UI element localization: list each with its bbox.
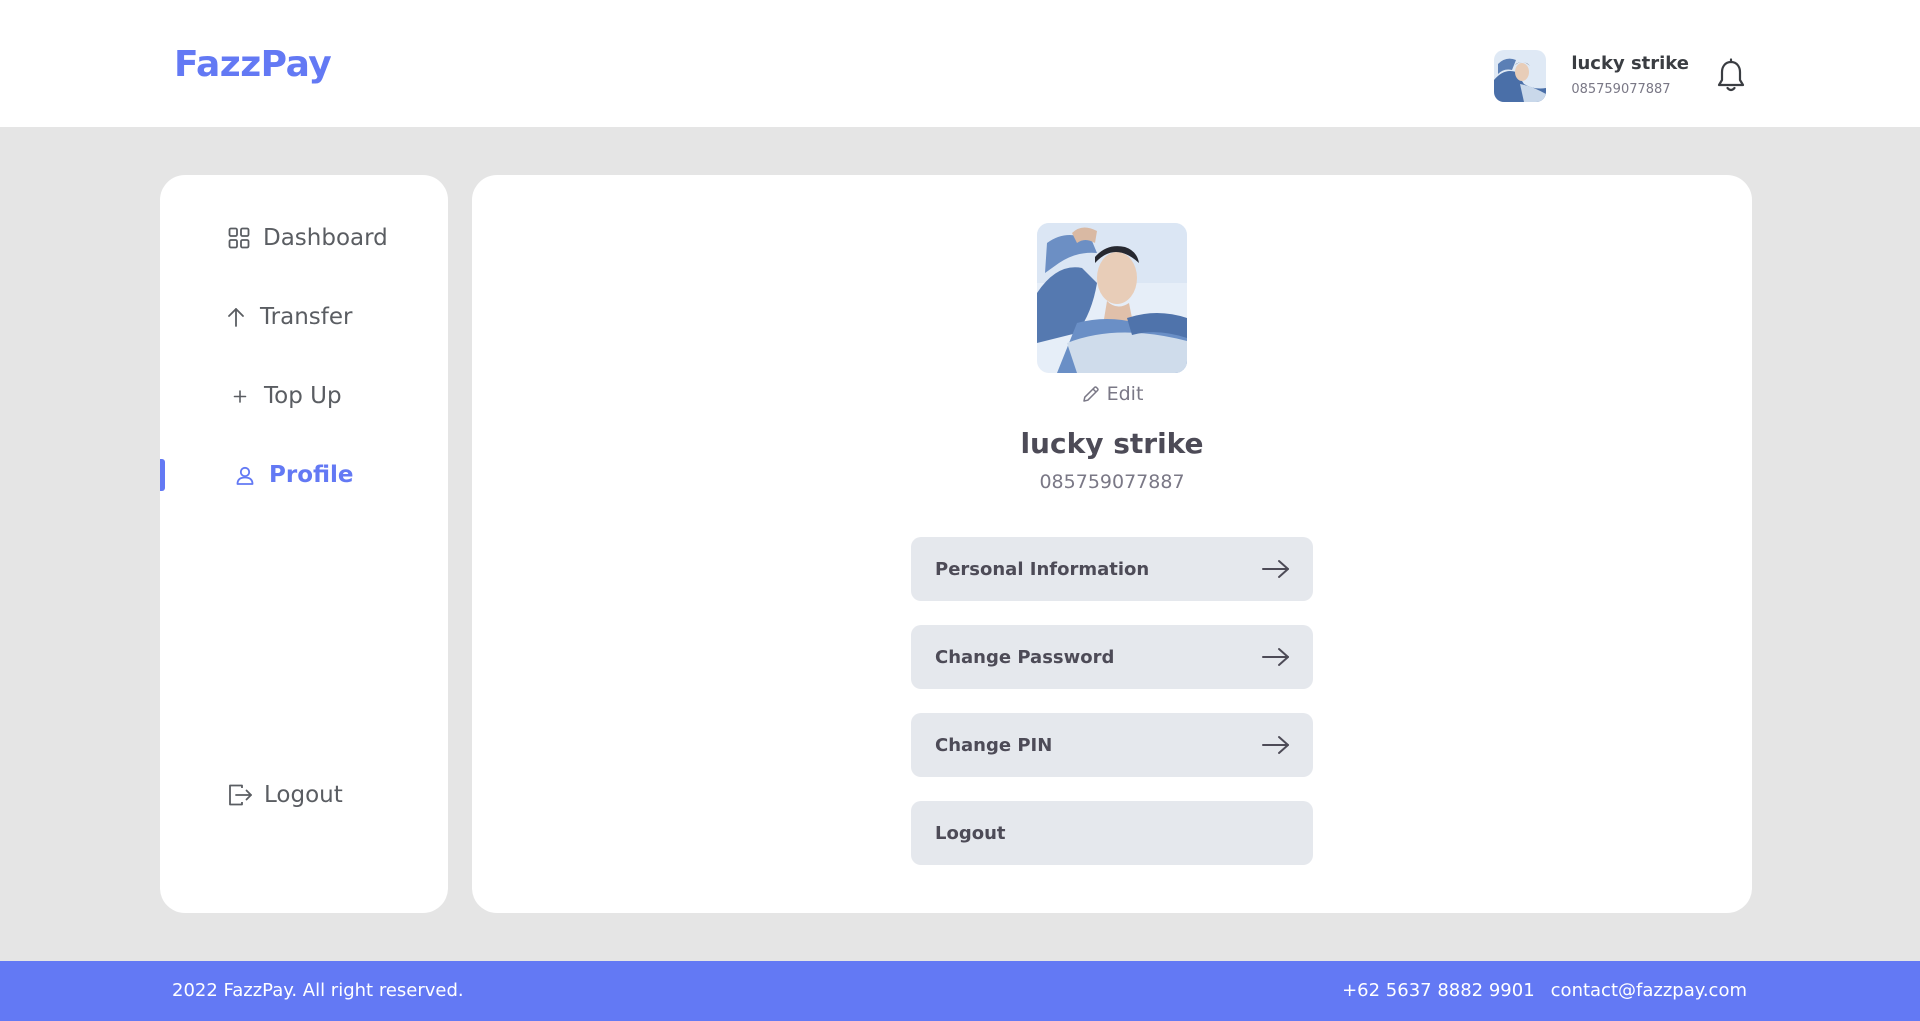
pencil-icon — [1082, 386, 1099, 402]
header-user-name: lucky strike — [1571, 53, 1689, 74]
sidebar: Dashboard Transfer Top Up Profile Logout — [160, 175, 448, 913]
footer-contacts: +62 5637 8882 9901 contact@fazzpay.com — [1342, 980, 1747, 1001]
sidebar-item-label: Dashboard — [263, 225, 388, 251]
bell-icon[interactable] — [1715, 58, 1747, 94]
sidebar-item-label: Transfer — [260, 304, 353, 330]
brand-logo[interactable]: FazzPay — [174, 44, 332, 85]
avatar[interactable] — [1494, 50, 1547, 102]
logout-icon — [227, 782, 253, 808]
footer-copyright: 2022 FazzPay. All right reserved. — [172, 980, 464, 1001]
header-user-meta: lucky strike 085759077887 — [1571, 52, 1689, 100]
footer-email[interactable]: contact@fazzpay.com — [1551, 980, 1747, 1001]
footer-phone: +62 5637 8882 9901 — [1342, 980, 1535, 1001]
sidebar-item-transfer[interactable]: Transfer — [160, 297, 448, 337]
header-user-phone: 085759077887 — [1571, 82, 1671, 97]
button-label: Logout — [935, 822, 1006, 844]
profile-photo-image — [1037, 223, 1187, 373]
sidebar-item-top-up[interactable]: Top Up — [160, 376, 448, 416]
top-header: FazzPay lucky strike 085759077887 — [0, 0, 1920, 127]
arrow-up-icon — [223, 304, 249, 330]
button-label: Change Password — [935, 646, 1115, 668]
sidebar-item-dashboard[interactable]: Dashboard — [160, 218, 448, 258]
logout-button[interactable]: Logout — [911, 801, 1313, 865]
user-icon — [232, 462, 258, 488]
personal-information-button[interactable]: Personal Information — [911, 537, 1313, 601]
button-label: Personal Information — [935, 558, 1150, 580]
arrow-right-icon — [1262, 736, 1289, 754]
profile-photo — [1037, 223, 1187, 373]
sidebar-item-label: Top Up — [264, 383, 342, 409]
footer: 2022 FazzPay. All right reserved. +62 56… — [0, 961, 1920, 1021]
profile-name: lucky strike — [1020, 427, 1204, 460]
sidebar-item-label: Logout — [264, 782, 343, 808]
profile-phone: 085759077887 — [1039, 471, 1185, 493]
arrow-right-icon — [1262, 648, 1289, 666]
change-pin-button[interactable]: Change PIN — [911, 713, 1313, 777]
grid-icon — [226, 225, 252, 251]
avatar-image — [1494, 50, 1547, 102]
sidebar-item-label: Profile — [269, 462, 354, 488]
button-label: Change PIN — [935, 734, 1053, 756]
change-password-button[interactable]: Change Password — [911, 625, 1313, 689]
plus-icon — [227, 383, 253, 409]
profile-card: Edit lucky strike 085759077887 Personal … — [472, 175, 1752, 913]
sidebar-item-logout[interactable]: Logout — [160, 775, 448, 815]
header-user-area: lucky strike 085759077887 — [1494, 50, 1747, 102]
edit-label: Edit — [1106, 383, 1144, 405]
arrow-right-icon — [1262, 560, 1289, 578]
sidebar-item-profile[interactable]: Profile — [160, 455, 448, 495]
edit-photo-button[interactable]: Edit — [1012, 380, 1212, 408]
